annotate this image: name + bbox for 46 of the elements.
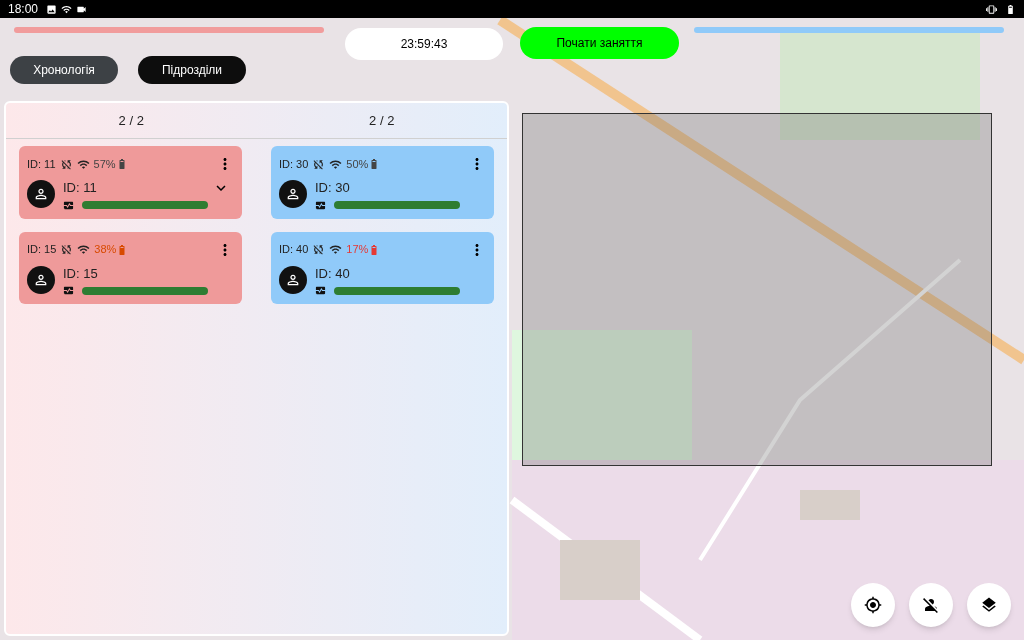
start-session-button[interactable]: Почати заняття: [520, 27, 679, 59]
tab[interactable]: Підрозділи: [138, 56, 246, 84]
heart-monitor-icon: [315, 285, 326, 296]
layers-icon: [980, 596, 998, 614]
locate-icon: [864, 596, 882, 614]
heart-monitor-icon: [63, 199, 74, 211]
sync-off-icon: [60, 243, 74, 256]
heart-monitor-icon: [315, 199, 326, 211]
battery-percent: 50%: [346, 156, 369, 172]
sync-off-icon: [312, 243, 326, 256]
unit-card[interactable]: ID: 15 38% ID: 15: [19, 231, 242, 304]
wifi-icon: [329, 243, 343, 256]
unit-id: ID: 30: [279, 156, 309, 172]
image-icon: [46, 3, 58, 15]
avatar-icon: [279, 180, 307, 209]
wifi-icon: [76, 157, 90, 171]
unit-card[interactable]: ID: 11 57% ID: 11: [19, 146, 242, 219]
battery-percent: 38%: [94, 242, 117, 258]
clock: 18:00: [8, 1, 39, 18]
unit-id: ID: 40: [279, 242, 309, 258]
unit-count: 2 / 2: [118, 111, 144, 130]
heart-monitor-icon: [63, 285, 74, 296]
person-off-icon: [922, 596, 940, 614]
vibrate-icon: [986, 3, 997, 15]
tab[interactable]: Хронологія: [10, 56, 118, 84]
unit-id: ID: 15: [27, 242, 57, 258]
sync-off-icon: [59, 157, 73, 171]
battery-percent: 57%: [93, 156, 116, 172]
avatar-icon: [27, 180, 55, 209]
avatar-icon: [279, 265, 307, 294]
battery-icon: [1005, 3, 1016, 15]
sync-off-icon: [312, 157, 326, 171]
unit-id: ID: 11: [27, 156, 56, 172]
unit-name: ID: 40: [315, 264, 350, 283]
battery-percent: 17%: [346, 242, 369, 258]
wifi-icon: [329, 157, 343, 171]
unit-name: ID: 30: [315, 179, 350, 197]
unit-card[interactable]: ID: 40 17% ID: 40: [271, 231, 494, 304]
timer: 23:59:43: [345, 28, 503, 60]
unit-name: ID: 15: [63, 264, 98, 283]
avatar-icon: [27, 265, 55, 294]
wifi-icon: [61, 3, 73, 15]
unit-card[interactable]: ID: 30 50% ID: 30: [271, 146, 494, 219]
wifi-icon: [77, 243, 91, 256]
unit-name: ID: 11: [63, 179, 97, 197]
unit-count: 2 / 2: [369, 111, 395, 130]
